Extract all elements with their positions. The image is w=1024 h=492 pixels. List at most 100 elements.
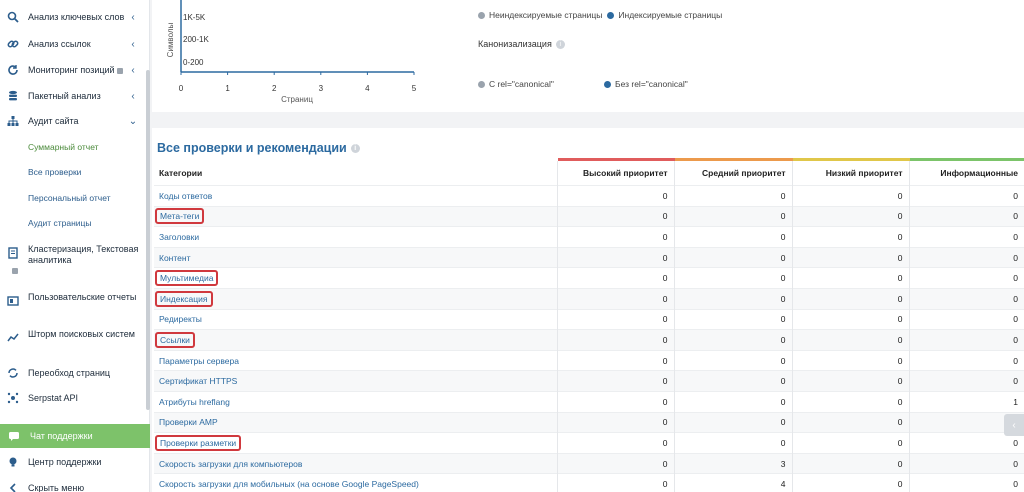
sidebar-item-custom-reports[interactable]: Пользовательские отчеты (0, 292, 146, 308)
sidebar-item-link-analysis[interactable]: Анализ ссылок ‹ (0, 37, 146, 51)
category-link[interactable]: Проверки разметки (155, 434, 242, 451)
sidebar-item-batch-analysis[interactable]: Пакетный анализ ‹ (0, 89, 146, 103)
sidebar-subitem-summary[interactable]: Суммарный отчет (28, 142, 99, 152)
count-cell[interactable]: 0 (791, 370, 909, 392)
header-high-priority[interactable]: Высокий приоритет (556, 158, 674, 186)
category-link[interactable]: Параметры сервера (159, 356, 239, 366)
count-cell[interactable]: 0 (673, 246, 792, 268)
header-informational[interactable]: Информационные (908, 158, 1024, 186)
category-link[interactable]: Редиректы (159, 314, 202, 324)
category-link[interactable]: Скорость загрузки для мобильных (на осно… (159, 479, 419, 489)
count-cell[interactable]: 0 (908, 308, 1024, 330)
count-cell[interactable]: 0 (556, 308, 674, 330)
count-cell[interactable]: 0 (673, 287, 792, 310)
header-low-priority[interactable]: Низкий приоритет (791, 158, 909, 186)
sidebar-item-site-audit[interactable]: Аудит сайта ⌄ (0, 114, 146, 128)
count-cell[interactable]: 0 (673, 390, 792, 413)
category-link[interactable]: Мультимедиа (155, 270, 219, 287)
count-cell[interactable]: 0 (556, 432, 674, 454)
collapse-handle[interactable]: ‹ (1004, 414, 1024, 436)
count-cell[interactable]: 0 (908, 329, 1024, 351)
count-cell[interactable]: 0 (556, 226, 674, 248)
count-cell[interactable]: 0 (908, 185, 1024, 207)
sidebar-item-keyword-analysis[interactable]: Анализ ключевых слов ‹ (0, 10, 146, 24)
category-link[interactable]: Атрибуты hreflang (159, 397, 230, 407)
count-cell[interactable]: 0 (556, 205, 674, 227)
count-cell[interactable]: 0 (673, 432, 792, 454)
count-cell[interactable]: 0 (556, 349, 674, 371)
sidebar-item-help-center[interactable]: Центр поддержки (0, 455, 146, 469)
count-cell[interactable]: 4 (673, 473, 792, 492)
category-link[interactable]: Заголовки (159, 232, 199, 242)
sidebar-item-recrawl[interactable]: Переобход страниц (0, 366, 146, 380)
count-cell[interactable]: 0 (673, 267, 792, 289)
count-cell[interactable]: 0 (556, 473, 674, 492)
count-cell[interactable]: 0 (673, 411, 792, 433)
category-link[interactable]: Ссылки (155, 331, 195, 348)
count-cell[interactable]: 0 (908, 226, 1024, 248)
count-cell[interactable]: 0 (791, 329, 909, 351)
count-cell[interactable]: 3 (673, 452, 792, 474)
count-cell[interactable]: 0 (791, 226, 909, 248)
sidebar-item-search-storm[interactable]: Шторм поисковых систем (0, 329, 146, 345)
count-cell[interactable]: 0 (791, 411, 909, 433)
count-cell[interactable]: 0 (908, 452, 1024, 474)
count-cell[interactable]: 0 (908, 246, 1024, 268)
sidebar-subitem-page-audit[interactable]: Аудит страницы (28, 218, 92, 228)
sidebar-item-clustering[interactable]: Кластеризация, Текстовая аналитика (0, 244, 146, 266)
sidebar-item-api[interactable]: Serpstat API (0, 391, 146, 405)
info-icon[interactable]: i (555, 39, 565, 49)
count-cell[interactable]: 0 (791, 473, 909, 492)
category-link[interactable]: Индексация (155, 290, 213, 307)
count-cell[interactable]: 0 (556, 452, 674, 474)
count-cell[interactable]: 0 (556, 185, 674, 207)
count-cell[interactable]: 0 (791, 185, 909, 207)
support-chat-button[interactable]: Чат поддержки (0, 424, 150, 448)
count-cell[interactable]: 0 (556, 329, 674, 351)
count-cell[interactable]: 0 (673, 205, 792, 227)
count-cell[interactable]: 0 (908, 287, 1024, 310)
count-cell[interactable]: 0 (791, 267, 909, 289)
count-cell[interactable]: 0 (791, 246, 909, 268)
count-cell[interactable]: 0 (556, 287, 674, 310)
category-link[interactable]: Мета-теги (155, 208, 205, 225)
count-cell[interactable]: 0 (791, 390, 909, 413)
count-cell[interactable]: 0 (556, 411, 674, 433)
sidebar-subitem-personal-report[interactable]: Персональный отчет (28, 193, 111, 203)
count-cell[interactable]: 0 (908, 349, 1024, 371)
hide-menu-button[interactable]: Скрыть меню (0, 481, 146, 492)
category-link[interactable]: Скорость загрузки для компьютеров (159, 459, 302, 469)
count-cell[interactable]: 0 (556, 390, 674, 413)
count-cell[interactable]: 0 (908, 473, 1024, 492)
count-cell[interactable]: 0 (791, 308, 909, 330)
category-link[interactable]: Проверки AMP (159, 417, 218, 427)
count-cell[interactable]: 0 (556, 246, 674, 268)
count-cell[interactable]: 0 (556, 267, 674, 289)
count-cell[interactable]: 0 (556, 370, 674, 392)
count-cell[interactable]: 0 (673, 370, 792, 392)
sidebar-subitem-all-checks[interactable]: Все проверки (28, 167, 81, 177)
count-cell[interactable]: 0 (791, 205, 909, 227)
count-cell[interactable]: 0 (908, 267, 1024, 289)
count-cell[interactable]: 0 (908, 205, 1024, 227)
count-cell[interactable]: 0 (673, 226, 792, 248)
symbols-chart: Символы 1K-5K 200-1K 0-200 0 1 2 3 4 5 Страни… (166, 0, 417, 104)
header-medium-priority[interactable]: Средний приоритет (673, 158, 792, 186)
category-link[interactable]: Контент (159, 253, 191, 263)
count-cell[interactable]: 1 (908, 390, 1024, 413)
category-link[interactable]: Сертификат HTTPS (159, 376, 237, 386)
info-icon[interactable]: i (350, 143, 360, 153)
sidebar-scrollbar[interactable] (146, 70, 150, 410)
sidebar-item-position-monitoring[interactable]: Мониторинг позиций ‹ (0, 63, 146, 77)
count-cell[interactable]: 0 (791, 432, 909, 454)
count-cell[interactable]: 0 (673, 349, 792, 371)
category-cell: Заголовки (154, 226, 557, 248)
category-link[interactable]: Коды ответов (159, 191, 212, 201)
count-cell[interactable]: 0 (673, 329, 792, 351)
count-cell[interactable]: 0 (673, 185, 792, 207)
count-cell[interactable]: 0 (791, 452, 909, 474)
count-cell[interactable]: 0 (791, 287, 909, 310)
count-cell[interactable]: 0 (791, 349, 909, 371)
count-cell[interactable]: 0 (673, 308, 792, 330)
count-cell[interactable]: 0 (908, 370, 1024, 392)
